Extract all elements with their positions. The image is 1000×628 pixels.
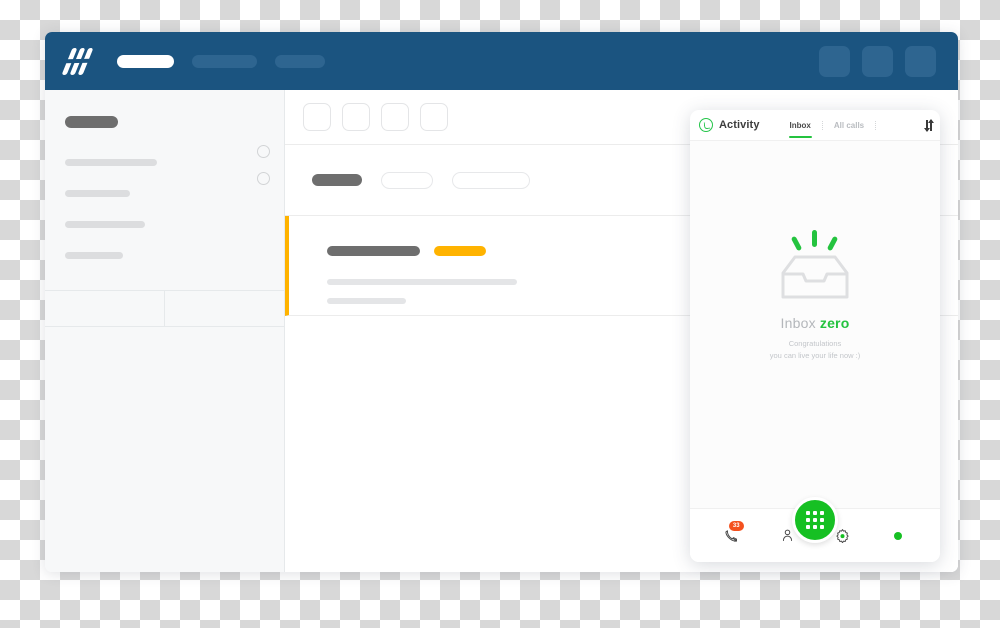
tab-separator-2	[875, 120, 877, 130]
tab-separator-1	[821, 120, 823, 130]
empty-subtitle-line-1: Congratulations	[788, 339, 842, 349]
tile-button-2[interactable]	[342, 103, 370, 131]
nav-item-2[interactable]	[192, 54, 257, 68]
header-actions	[819, 45, 936, 77]
gear-icon	[836, 529, 849, 543]
header-action-2[interactable]	[862, 45, 893, 77]
activity-empty-state: Inbox zero Congratulations you can live …	[690, 141, 940, 508]
empty-title-accent: zero	[819, 315, 850, 332]
inbox-tray-icon	[775, 227, 855, 299]
record-detail-line-2	[327, 298, 406, 304]
sidebar-footer-cell-2[interactable]	[164, 291, 284, 326]
settings-button[interactable]	[830, 523, 856, 549]
sidebar-title-placeholder	[65, 116, 118, 128]
tab-all-calls[interactable]: All calls	[824, 110, 874, 140]
phone-circle-icon	[699, 118, 713, 132]
calls-button[interactable]: 33	[719, 520, 745, 549]
status-dot-icon	[891, 529, 905, 542]
tab-inbox[interactable]: Inbox	[780, 110, 821, 140]
sidebar-item-3[interactable]	[65, 221, 145, 228]
person-icon	[782, 529, 792, 541]
filter-chip-2[interactable]	[452, 171, 530, 189]
record-detail-line-1	[327, 279, 517, 285]
sort-arrows-icon[interactable]	[924, 118, 934, 132]
sidebar	[45, 90, 285, 572]
tile-button-4[interactable]	[420, 103, 448, 131]
sidebar-item-1[interactable]	[65, 159, 157, 166]
sidebar-footer-cell-1[interactable]	[45, 291, 164, 326]
activity-tabs: Inbox All calls	[780, 110, 878, 140]
nav-item-active[interactable]	[117, 54, 174, 68]
activity-brand-label: Activity	[719, 119, 760, 131]
filter-chip-1[interactable]	[381, 171, 433, 189]
empty-state-subtitle: Congratulations you can live your life n…	[770, 338, 860, 361]
sidebar-item-2[interactable]	[65, 190, 130, 197]
header-action-3[interactable]	[905, 45, 936, 77]
empty-title-prefix: Inbox	[780, 315, 820, 332]
nav-item-3[interactable]	[275, 54, 325, 68]
sidebar-footer-cells	[45, 290, 284, 327]
sidebar-empty-area	[45, 327, 284, 572]
empty-subtitle-line-2: you can live your life now :)	[769, 351, 861, 360]
header-action-1[interactable]	[819, 45, 850, 77]
sidebar-nav-group	[45, 90, 284, 290]
filter-section-label	[312, 174, 362, 186]
tile-button-3[interactable]	[381, 103, 409, 131]
status-button[interactable]	[885, 523, 911, 549]
record-title-placeholder	[327, 246, 420, 256]
sidebar-toggle-circle-2[interactable]	[257, 172, 270, 185]
empty-state-title: Inbox zero	[781, 315, 850, 331]
calls-badge: 33	[728, 520, 744, 531]
sidebar-toggle-circle-1[interactable]	[257, 145, 270, 158]
screenshot-canvas: Activity Inbox All calls Inbox zero Cong…	[0, 0, 1000, 628]
activity-panel: Activity Inbox All calls Inbox zero Cong…	[690, 110, 940, 562]
brand-logo-icon	[61, 48, 94, 75]
app-header-bar	[45, 32, 958, 90]
sidebar-item-4[interactable]	[65, 252, 123, 259]
tile-button-1[interactable]	[303, 103, 331, 131]
activity-panel-header: Activity Inbox All calls	[690, 110, 940, 141]
activity-footer-toolbar: 33	[690, 497, 940, 562]
record-status-badge	[434, 246, 486, 256]
